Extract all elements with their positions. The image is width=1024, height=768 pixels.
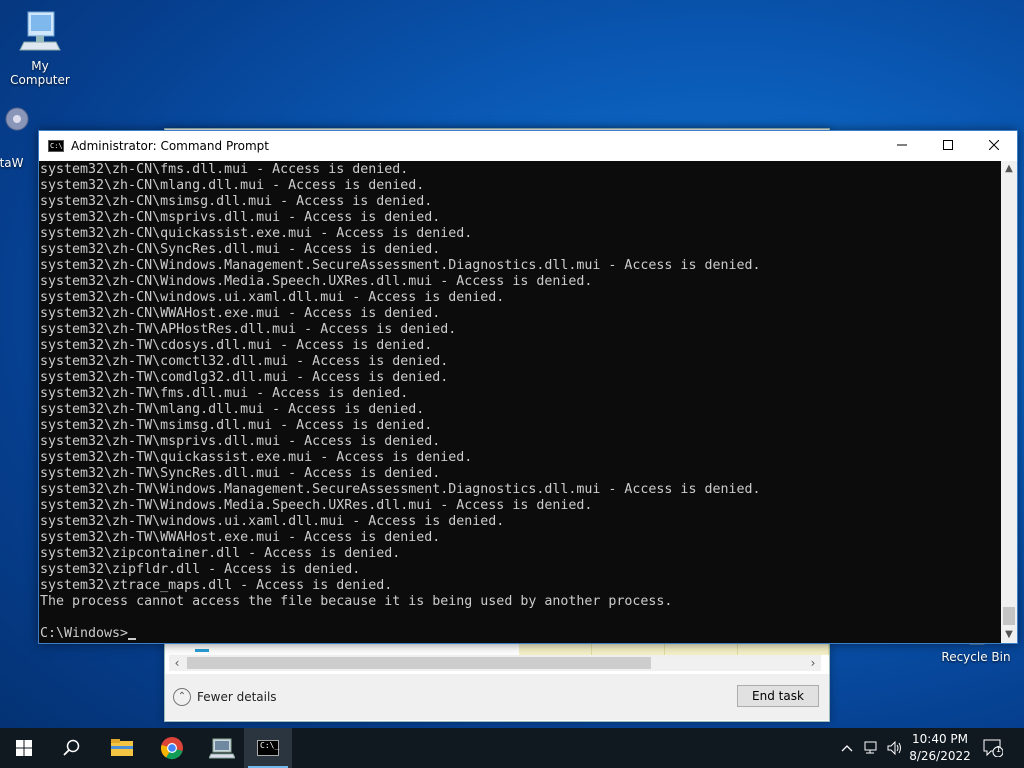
title-bar[interactable]: C:\ Administrator: Command Prompt <box>39 131 1017 161</box>
notification-count: 1 <box>996 745 1002 754</box>
console-line: system32\zh-TW\windows.ui.xaml.dll.mui -… <box>40 514 505 529</box>
volume-button[interactable] <box>884 728 906 768</box>
console-line: system32\zipcontainer.dll - Access is de… <box>40 546 401 561</box>
console-line: system32\zh-CN\msprivs.dll.mui - Access … <box>40 210 441 225</box>
console-output[interactable]: system32\zh-CN\fms.dll.mui - Access is d… <box>39 161 1001 643</box>
window-title: Administrator: Command Prompt <box>71 139 269 153</box>
maximize-button[interactable] <box>925 131 971 161</box>
chrome-button[interactable] <box>148 728 196 768</box>
scroll-right-icon[interactable]: › <box>805 655 821 671</box>
console-line: system32\zh-TW\cdosys.dll.mui - Access i… <box>40 338 433 353</box>
console-line: system32\zh-TW\SyncRes.dll.mui - Access … <box>40 466 441 481</box>
console-line: system32\zh-TW\quickassist.exe.mui - Acc… <box>40 450 473 465</box>
console-line: system32\zh-CN\windows.ui.xaml.dll.mui -… <box>40 290 505 305</box>
console-line: system32\ztrace_maps.dll - Access is den… <box>40 578 393 593</box>
console-line: system32\zh-CN\Windows.Media.Speech.UXRe… <box>40 274 593 289</box>
volume-icon <box>887 741 901 755</box>
clock[interactable]: 10:40 PM 8/26/2022 <box>904 731 976 765</box>
scrollbar-thumb[interactable] <box>1003 607 1015 625</box>
minimize-button[interactable] <box>879 131 925 161</box>
console-line: The process cannot access the file becau… <box>40 594 673 609</box>
text-cursor <box>128 638 137 640</box>
desktop-icon-label: Recycle Bin <box>941 650 1011 664</box>
console-line: system32\zh-CN\SyncRes.dll.mui - Access … <box>40 242 441 257</box>
scroll-down-icon[interactable]: ▼ <box>1001 627 1017 643</box>
command-prompt-line[interactable]: C:\Windows> <box>40 626 137 642</box>
folder-icon <box>111 739 133 756</box>
maximize-icon <box>943 140 953 150</box>
desktop-icon-my-computer[interactable]: My Computer <box>0 8 80 87</box>
scrollbar-thumb[interactable] <box>187 657 651 669</box>
network-icon <box>864 741 877 754</box>
fewer-details-button[interactable]: ⌃ Fewer details <box>173 688 277 706</box>
clock-time: 10:40 PM <box>912 732 968 746</box>
computer-app-button[interactable] <box>198 728 246 768</box>
console-line: system32\zipfldr.dll - Access is denied. <box>40 562 361 577</box>
chevron-up-icon: ⌃ <box>173 688 191 706</box>
console-line: system32\zh-TW\APHostRes.dll.mui - Acces… <box>40 322 457 337</box>
console-line: system32\zh-CN\Windows.Management.Secure… <box>40 258 761 273</box>
console-lines: system32\zh-CN\fms.dll.mui - Access is d… <box>40 162 761 610</box>
console-line: system32\zh-TW\msimsg.dll.mui - Access i… <box>40 418 433 433</box>
file-explorer-button[interactable] <box>98 728 146 768</box>
command-prompt-taskbar-button[interactable]: C:\_ <box>244 728 292 768</box>
scroll-left-icon[interactable]: ‹ <box>169 655 185 671</box>
search-icon <box>63 739 80 756</box>
end-task-button[interactable]: End task <box>737 685 819 707</box>
console-line: system32\zh-CN\msimsg.dll.mui - Access i… <box>40 194 433 209</box>
network-button[interactable] <box>860 728 884 768</box>
desktop-icon-label: My Computer <box>10 59 70 87</box>
chevron-up-icon <box>841 745 853 752</box>
console-line: system32\zh-TW\mlang.dll.mui - Access is… <box>40 402 425 417</box>
console-line: system32\zh-TW\comdlg32.dll.mui - Access… <box>40 370 449 385</box>
task-manager-footer: ⌃ Fewer details End task <box>165 674 829 720</box>
vertical-scrollbar[interactable]: ▲ ▼ <box>1001 161 1017 643</box>
start-button[interactable] <box>0 728 48 768</box>
prompt-text: C:\Windows> <box>40 626 129 641</box>
search-button[interactable] <box>48 728 96 768</box>
command-prompt-icon: C:\_ <box>257 740 279 756</box>
fewer-details-label: Fewer details <box>197 690 277 704</box>
show-hidden-icons-button[interactable] <box>838 728 856 768</box>
action-center-button[interactable]: 1 <box>978 728 1008 768</box>
scroll-up-icon[interactable]: ▲ <box>1001 161 1017 177</box>
clock-date: 8/26/2022 <box>909 749 971 763</box>
console-line: system32\zh-TW\comctl32.dll.mui - Access… <box>40 354 449 369</box>
console-line: system32\zh-TW\Windows.Management.Secure… <box>40 482 761 497</box>
console-line: system32\zh-CN\mlang.dll.mui - Access is… <box>40 178 425 193</box>
console-line: system32\zh-TW\fms.dll.mui - Access is d… <box>40 386 409 401</box>
close-icon <box>988 139 1000 151</box>
minimize-icon <box>897 144 907 146</box>
close-button[interactable] <box>971 131 1017 161</box>
console-line: system32\zh-CN\quickassist.exe.mui - Acc… <box>40 226 473 241</box>
row-indicator <box>195 649 209 652</box>
command-prompt-icon: C:\ <box>48 140 64 152</box>
console-line: system32\zh-TW\Windows.Media.Speech.UXRe… <box>40 498 593 513</box>
console-line: system32\zh-TW\msprivs.dll.mui - Access … <box>40 434 441 449</box>
chrome-icon <box>160 737 183 760</box>
console-line: system32\zh-CN\WWAHost.exe.mui - Access … <box>40 306 441 321</box>
horizontal-scrollbar[interactable]: ‹ › <box>169 655 821 671</box>
command-prompt-window[interactable]: C:\ Administrator: Command Prompt system… <box>38 130 1018 644</box>
windows-logo-icon <box>16 740 32 756</box>
console-line: system32\zh-CN\fms.dll.mui - Access is d… <box>40 162 409 177</box>
desktop-icon-label: DataW <box>0 156 24 170</box>
computer-app-icon <box>209 738 235 759</box>
console-line: system32\zh-TW\WWAHost.exe.mui - Access … <box>40 530 441 545</box>
taskbar: C:\_ 10:40 PM 8/26/2022 1 <box>0 728 1024 768</box>
computer-icon <box>0 8 80 57</box>
